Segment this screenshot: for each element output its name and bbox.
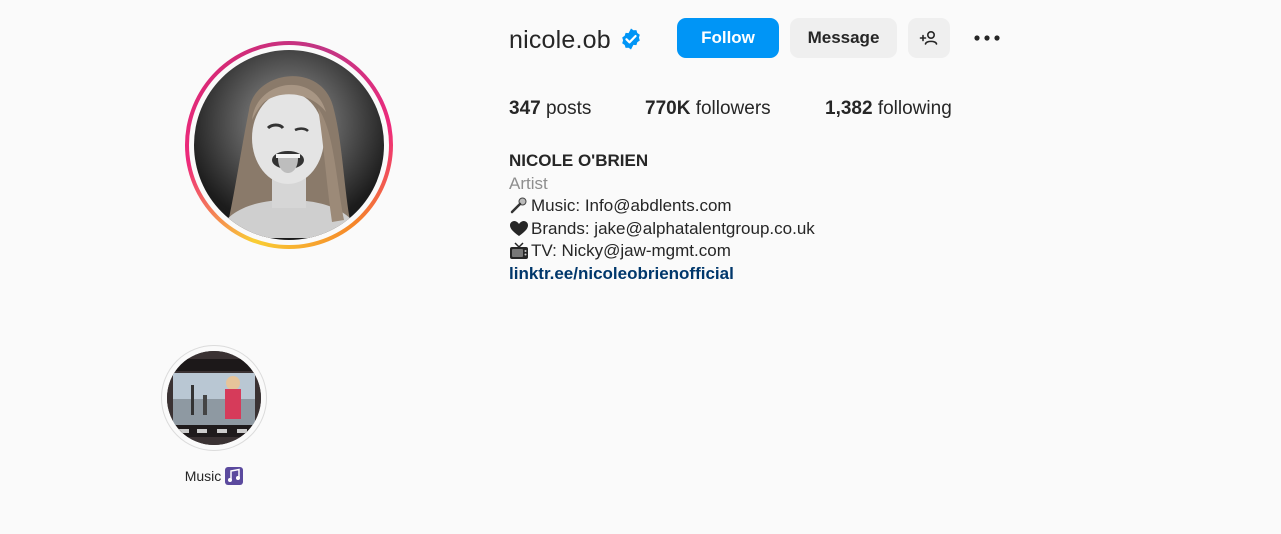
- profile-username: nicole.ob: [509, 26, 611, 54]
- avatar-gap: [189, 45, 389, 245]
- suggested-users-button[interactable]: [908, 18, 950, 58]
- profile-category: Artist: [509, 173, 548, 193]
- avatar: [194, 50, 384, 240]
- highlight-cover: [167, 351, 261, 445]
- profile-bio: NICOLE O'BRIEN Artist Music: Info@abdlen…: [509, 150, 815, 285]
- microphone-icon: [509, 197, 529, 215]
- highlight-label-text: Music: [184, 468, 222, 484]
- following-count-value: 1,382: [825, 98, 873, 119]
- bio-line-music-text: Music: Info@abdlents.com: [531, 196, 732, 215]
- highlight-label: Music: [161, 467, 267, 485]
- profile-avatar-story-ring[interactable]: [185, 41, 393, 249]
- following-count-label: following: [877, 98, 952, 119]
- bio-line-brands: Brands: jake@alphatalentgroup.co.uk: [509, 218, 815, 241]
- posts-count-value: 347: [509, 98, 541, 119]
- highlight-ring: [161, 345, 267, 451]
- television-icon: [509, 242, 529, 260]
- musical-notes-icon: [225, 467, 244, 485]
- bio-line-tv-text: TV: Nicky@jaw-mgmt.com: [531, 241, 731, 260]
- following-link[interactable]: 1,382 following: [825, 98, 952, 120]
- followers-link[interactable]: 770K followers: [645, 98, 771, 120]
- black-heart-icon: [509, 220, 529, 238]
- posts-count-label: posts: [545, 98, 592, 119]
- avatar-portrait: [214, 76, 364, 238]
- followers-count-value: 770K: [645, 98, 691, 119]
- more-options-icon[interactable]: [968, 26, 1006, 50]
- verified-badge-icon: [622, 28, 640, 50]
- story-highlight-music[interactable]: Music: [161, 345, 267, 485]
- followers-count-label: followers: [695, 98, 771, 119]
- bio-line-music: Music: Info@abdlents.com: [509, 195, 815, 218]
- message-button[interactable]: Message: [790, 18, 897, 58]
- profile-page: nicole.ob Follow Message 347 posts 770K …: [0, 0, 1281, 534]
- bio-external-link[interactable]: linktr.ee/nicoleobrienofficial: [509, 264, 734, 283]
- follow-button[interactable]: Follow: [677, 18, 779, 58]
- add-user-icon: [919, 30, 938, 45]
- profile-full-name: NICOLE O'BRIEN: [509, 151, 649, 170]
- bio-line-tv: TV: Nicky@jaw-mgmt.com: [509, 240, 815, 263]
- bio-line-brands-text: Brands: jake@alphatalentgroup.co.uk: [531, 218, 815, 238]
- posts-count: 347 posts: [509, 98, 591, 120]
